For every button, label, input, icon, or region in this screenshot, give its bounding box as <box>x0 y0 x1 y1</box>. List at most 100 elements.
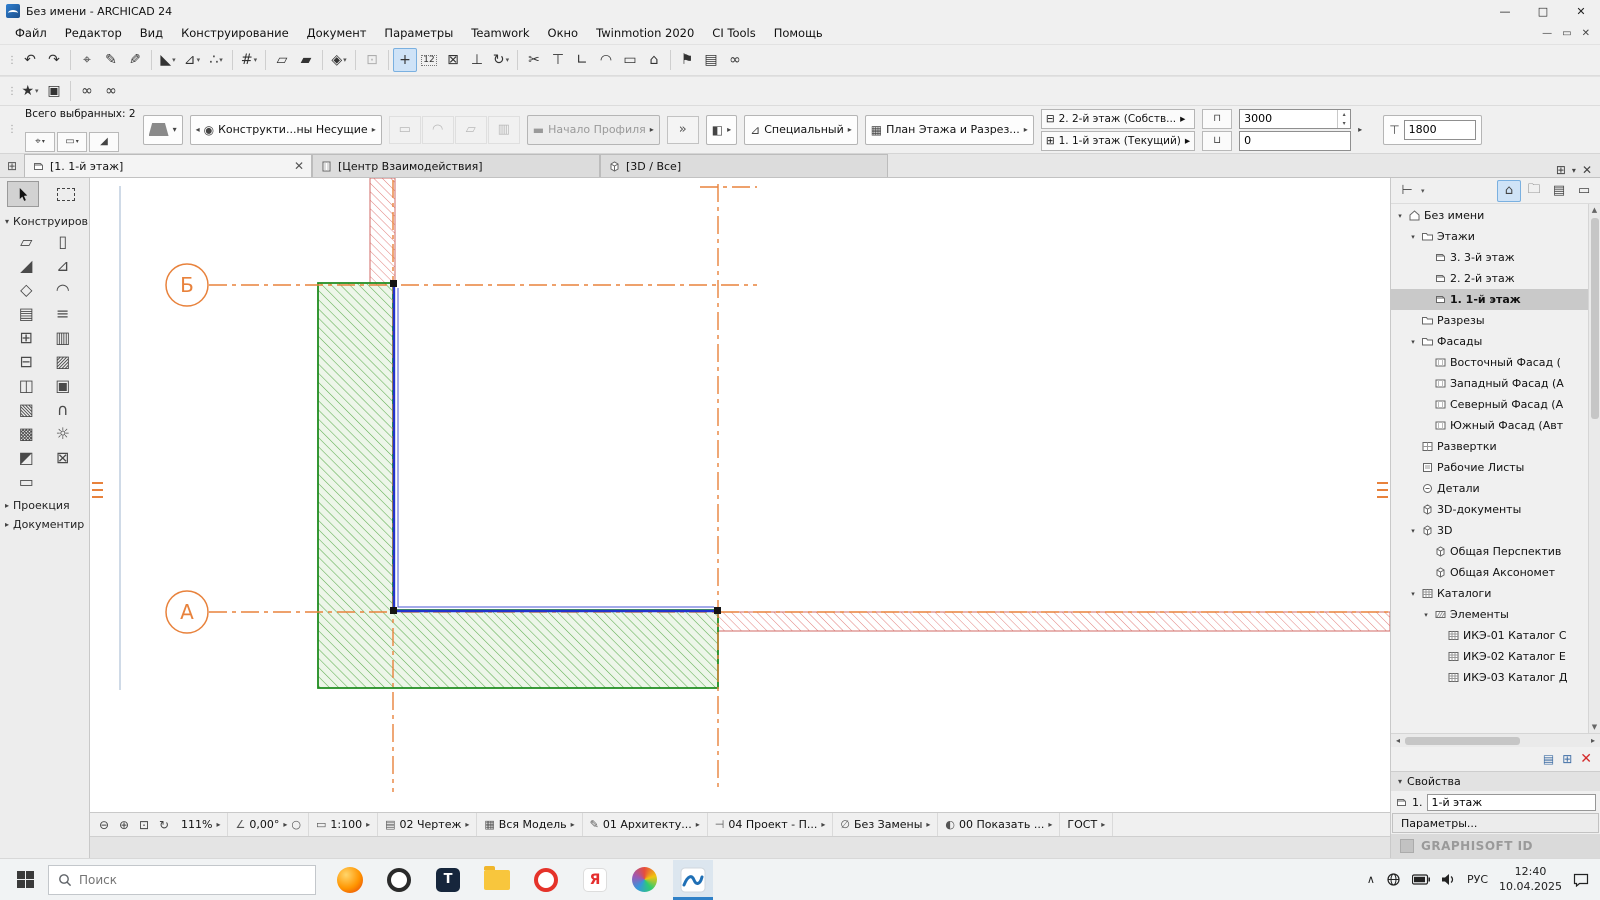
renovation-filter-control[interactable]: ◐ 00 Показать ... ▸ <box>938 813 1061 836</box>
arrow-tool-button[interactable] <box>7 181 40 207</box>
zoom-in-icon[interactable]: ⊕ <box>114 818 134 832</box>
scroll-up-icon[interactable]: ▲ <box>1592 204 1597 216</box>
tree-item[interactable]: ▾ Этажи <box>1391 226 1588 247</box>
tree-item[interactable]: Восточный Фасад ( <box>1391 352 1588 373</box>
notification-icon[interactable] <box>1573 873 1589 887</box>
toolbar-drag-handle[interactable]: ⋮ <box>7 124 17 135</box>
rotate-button[interactable]: ↻ ▾ <box>489 48 513 72</box>
link-1-button[interactable]: ∞ <box>75 79 99 103</box>
tree-item[interactable]: Общая Аксономет <box>1391 562 1588 583</box>
zoom-level-control[interactable]: 111% ▸ <box>174 813 229 836</box>
tree-item[interactable]: ▾ 3D <box>1391 520 1588 541</box>
menu-item[interactable]: CI Tools <box>703 24 764 42</box>
stretch-button[interactable]: ⊠ <box>441 48 465 72</box>
properties-header[interactable]: ▾ Свойства <box>1391 771 1600 791</box>
complexity-combo[interactable]: ⊿ Специальный ▸ <box>744 114 858 145</box>
search-input[interactable] <box>79 872 306 887</box>
window-layout-icon[interactable]: ⊞ <box>1556 163 1566 177</box>
tree-item[interactable]: Северный Фасад (А <box>1391 394 1588 415</box>
doc-close-icon[interactable]: ✕ <box>1582 28 1590 39</box>
tool-object[interactable]: ▣ <box>55 378 70 394</box>
scroll-thumb[interactable] <box>1405 736 1520 745</box>
scale-control[interactable]: ▭ 1:100 ▸ <box>309 813 379 836</box>
tool-stack[interactable]: ▨ <box>55 354 70 370</box>
tree-item[interactable]: ИКЭ-01 Каталог С <box>1391 625 1588 646</box>
wall-poly-button[interactable]: ▱ <box>454 115 487 144</box>
navigator-horizontal-scrollbar[interactable]: ◂ ▸ <box>1391 733 1600 747</box>
yandex-icon[interactable]: Я <box>575 860 615 900</box>
tool-column[interactable]: ▯ <box>58 234 67 250</box>
link-2-button[interactable]: ∞ <box>99 79 123 103</box>
tree-item[interactable]: Западный Фасад (А <box>1391 373 1588 394</box>
view-cube-button[interactable]: ◈ ▾ <box>327 48 351 72</box>
layout-book-button[interactable]: ▤ <box>1547 180 1571 202</box>
spinner-control[interactable]: ▴ ▾ <box>1337 109 1350 128</box>
paint-app-icon[interactable] <box>624 860 664 900</box>
tool-shell[interactable]: ◠ <box>56 282 70 298</box>
tray-expand-icon[interactable]: ∧ <box>1367 873 1375 886</box>
zoom-box-icon[interactable]: ⊡ <box>134 818 154 832</box>
tab-floor-plan[interactable]: [1. 1-й этаж] ✕ <box>24 154 312 177</box>
tree-item[interactable]: ▾ Без имени <box>1391 205 1588 226</box>
orientation-circle-icon[interactable]: ○ <box>291 818 301 831</box>
tree-item[interactable]: 3. 3-й этаж <box>1391 247 1588 268</box>
tree-item[interactable]: Развертки <box>1391 436 1588 457</box>
link-button[interactable]: ∞ <box>723 48 747 72</box>
publisher-button[interactable]: ▭ <box>1572 180 1596 202</box>
toolbox-section-design[interactable]: ▾ Конструиров <box>0 212 89 231</box>
save-button[interactable]: ▣ <box>42 79 66 103</box>
view-map-button[interactable]: 🗀︎ <box>1522 180 1546 202</box>
firefox-icon[interactable] <box>330 860 370 900</box>
tree-item[interactable]: ▾ Элементы <box>1391 604 1588 625</box>
selection-handle[interactable] <box>390 607 397 614</box>
floor-plan-canvas[interactable]: Б А <box>90 178 1390 812</box>
scroll-down-icon[interactable]: ▼ <box>1592 721 1597 733</box>
prev-arrow-icon[interactable]: ◂ <box>196 125 200 134</box>
clone-folder-icon[interactable]: ⊞ <box>1562 752 1572 766</box>
taskbar-search[interactable] <box>48 864 316 895</box>
intersect-button[interactable]: ∟ <box>570 48 594 72</box>
marquee-method-button[interactable]: ▭ ▾ <box>57 131 87 152</box>
arrow-method-button[interactable]: ⌖ ▾ <box>25 131 55 152</box>
tree-item[interactable]: ИКЭ-02 Каталог Е <box>1391 646 1588 667</box>
tree-item[interactable]: ▾ Каталоги <box>1391 583 1588 604</box>
project-chooser-button[interactable]: ⊢ <box>1395 180 1419 202</box>
tree-item[interactable]: 3D-документы <box>1391 499 1588 520</box>
tool-roof[interactable]: ◇ <box>20 282 32 298</box>
select-criteria-button[interactable]: ⌖ <box>75 48 99 72</box>
display-mode-combo[interactable]: ▦ План Этажа и Разрез... ▸ <box>864 114 1034 145</box>
expander-icon[interactable]: ▾ <box>1408 338 1418 346</box>
minimize-button[interactable]: — <box>1486 0 1524 22</box>
toolbox-section-document[interactable]: ▸ Документир <box>0 515 89 534</box>
speaker-icon[interactable] <box>1441 873 1456 886</box>
snap-grid-button[interactable]: # ▾ <box>237 48 261 72</box>
menu-item[interactable]: Файл <box>6 24 56 42</box>
snap-points-button[interactable]: ∴ ▾ <box>204 48 228 72</box>
fillet-button[interactable]: ◠ <box>594 48 618 72</box>
dark-app-icon[interactable]: T <box>428 860 468 900</box>
favorites-button[interactable]: ★ ▾ <box>18 79 42 103</box>
fit-view-icon[interactable]: ↻ <box>154 818 174 832</box>
profile-end-button[interactable]: » <box>666 115 699 144</box>
menu-item[interactable]: Окно <box>539 24 588 42</box>
opera-icon[interactable] <box>526 860 566 900</box>
top-offset-input[interactable] <box>1240 112 1338 125</box>
drawing-area[interactable]: Б А <box>90 178 1390 812</box>
eraser-button[interactable]: ◢ <box>89 131 119 152</box>
doc-restore-icon[interactable]: ▭ <box>1562 28 1571 39</box>
home-story-button[interactable]: ⌂ <box>642 48 666 72</box>
tool-door[interactable]: ▭ <box>19 474 34 490</box>
doc-minimize-icon[interactable]: — <box>1542 28 1552 39</box>
spinner-up-icon[interactable]: ▴ <box>1338 110 1350 119</box>
expander-icon[interactable]: ▾ <box>1395 212 1405 220</box>
tool-curtain-wall[interactable]: ⊞ <box>20 330 33 346</box>
infobar-expand-arrow[interactable]: ▸ <box>1358 125 1362 134</box>
selection-handle[interactable] <box>714 607 721 614</box>
spinner-down-icon[interactable]: ▾ <box>1338 119 1350 128</box>
archicad-taskbar-icon[interactable] <box>673 859 713 900</box>
menu-item[interactable]: Помощь <box>765 24 832 42</box>
pickup-params-button[interactable]: ✎ <box>99 48 123 72</box>
link-top-button[interactable]: ⊓ <box>1202 108 1233 129</box>
link-base-button[interactable]: ⊔ <box>1202 130 1233 151</box>
profile-start-combo[interactable]: ▬ Начало Профиля ▸ <box>526 114 660 145</box>
